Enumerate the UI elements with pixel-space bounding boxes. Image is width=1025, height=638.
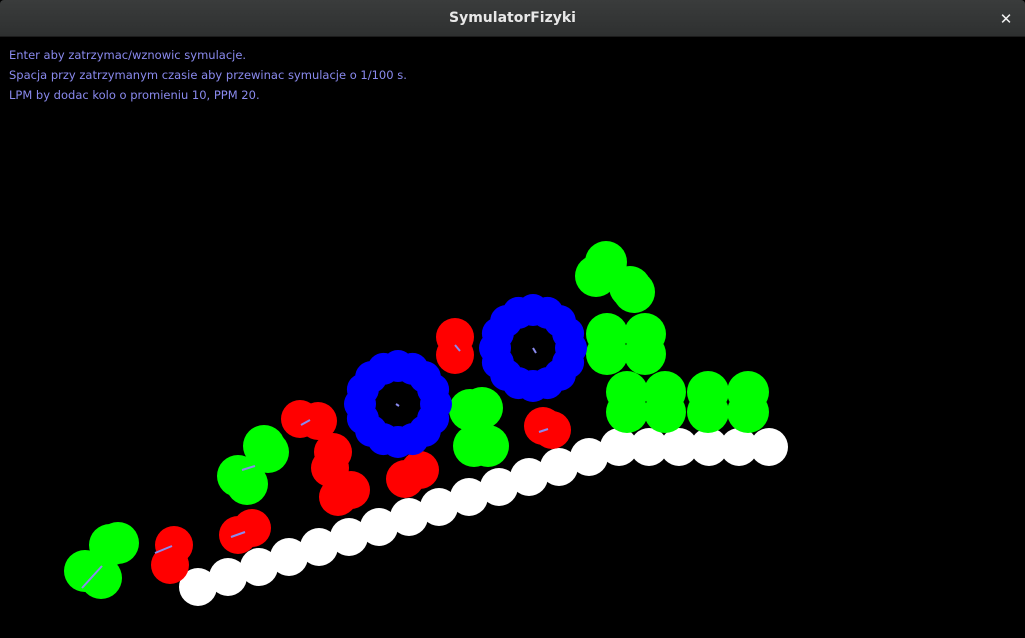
green-ball [644,391,686,433]
red-ball [533,411,571,449]
green-ball [449,389,491,431]
red-ball [436,336,474,374]
blue-ring-ball [552,317,585,350]
close-button[interactable]: ✕ [995,8,1017,30]
velocity-vector [532,347,537,354]
close-icon: ✕ [999,10,1013,28]
green-ball [606,391,648,433]
ramp-ball [750,428,788,466]
green-ball [89,524,131,566]
blue-ring-ball [417,373,450,406]
green-ball [243,425,285,467]
title-bar[interactable]: SymulatorFizyki ✕ [0,0,1025,37]
red-ball [319,478,357,516]
green-ball [586,333,628,375]
instruction-line: Enter aby zatrzymac/wznowic symulacje. [9,48,247,62]
red-ball [386,460,424,498]
velocity-vector [395,403,400,407]
app-window: SymulatorFizyki ✕ Enter aby zatrzymac/wz… [0,0,1025,638]
instruction-line: LPM by dodac kolo o promieniu 10, PPM 20… [9,88,260,102]
instructions-panel: Enter aby zatrzymac/wznowic symulacje. S… [9,47,407,107]
window-title: SymulatorFizyki [449,10,576,26]
green-ball [624,333,666,375]
green-ball [467,425,509,467]
simulation-scene[interactable] [0,38,1025,638]
rigid-bodies [64,241,769,599]
green-ball [687,391,729,433]
green-ball [727,391,769,433]
instruction-line: Spacja przy zatrzymanym czasie aby przew… [9,68,407,82]
simulation-canvas[interactable]: Enter aby zatrzymac/wznowic symulacje. S… [0,38,1025,638]
green-ball [609,266,651,308]
